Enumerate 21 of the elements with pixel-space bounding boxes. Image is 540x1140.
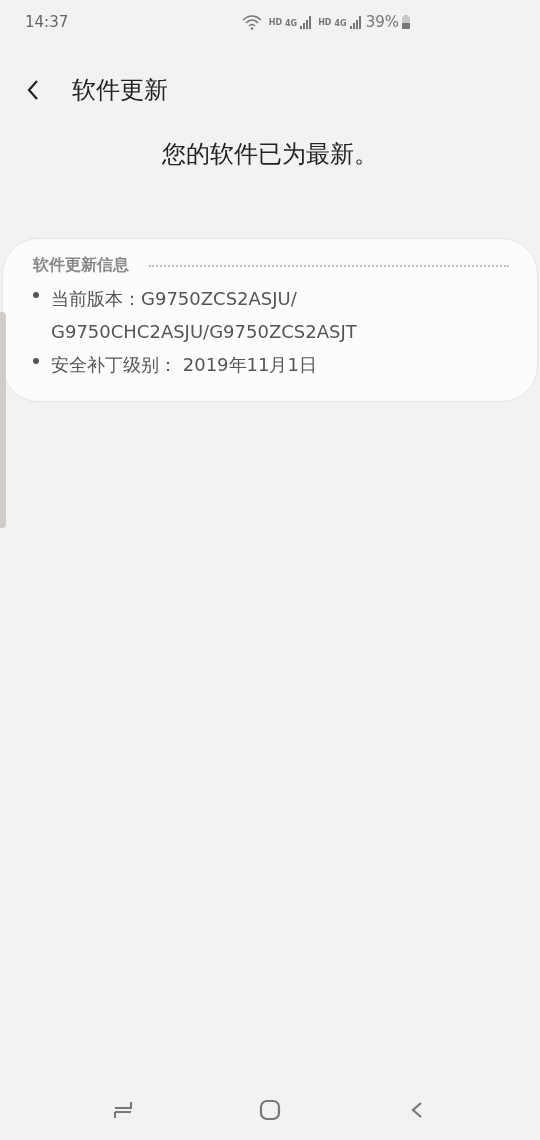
info-text: 安全补丁级别： 2019年11月1日 xyxy=(51,353,317,377)
recent-apps-icon xyxy=(112,1099,135,1121)
status-message: 您的软件已为最新。 xyxy=(161,139,379,170)
battery-icon xyxy=(402,15,410,29)
network-type-label: 4G xyxy=(334,19,347,28)
info-text: 当前版本：G9750ZCS2ASJU/ G9750CHC2ASJU/G9750ZCS2ASJT xyxy=(51,287,357,344)
edge-panel-handle[interactable] xyxy=(0,312,6,528)
wifi-icon xyxy=(241,14,262,30)
signal-icon xyxy=(300,15,312,29)
hd-label: HD xyxy=(268,17,283,27)
bullet-icon xyxy=(33,292,39,298)
card-title: 软件更新信息 xyxy=(33,255,129,276)
home-icon xyxy=(259,1099,281,1121)
hd-label: HD xyxy=(318,17,332,27)
signal-icon xyxy=(349,15,361,29)
chevron-left-icon xyxy=(26,79,40,101)
network-type-label: 4G xyxy=(285,19,298,28)
page-title: 软件更新 xyxy=(72,75,168,106)
bullet-icon xyxy=(33,358,39,364)
status-time: 14:37 xyxy=(25,13,69,31)
battery-percent: 39% xyxy=(365,13,399,31)
